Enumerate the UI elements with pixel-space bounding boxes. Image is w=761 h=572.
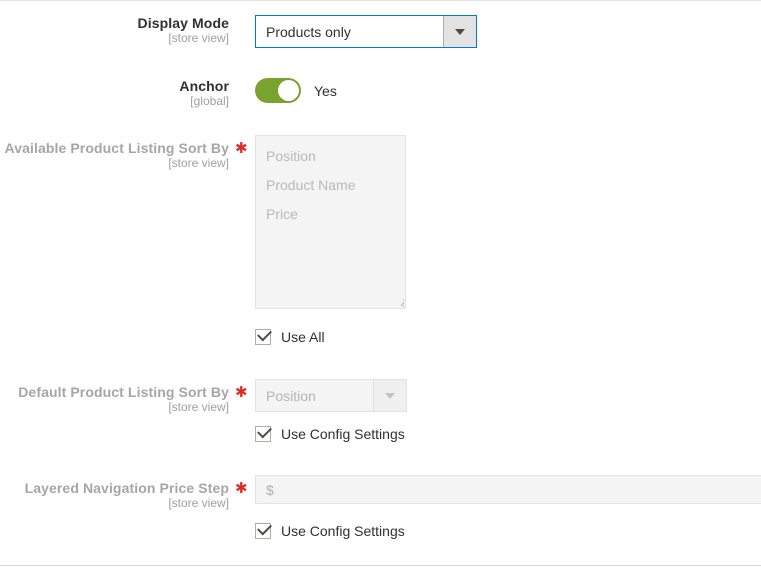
field-control-use-all: Use All xyxy=(255,326,325,345)
label-scope: [store view] xyxy=(168,496,229,511)
field-control-default-product-listing-sort-by: Position xyxy=(255,379,407,412)
check-icon xyxy=(257,326,272,342)
field-label-default-product-listing-sort-by: Default Product Listing Sort By [store v… xyxy=(0,384,229,415)
label-text: Available Product Listing Sort By xyxy=(4,140,229,156)
default-sort-by-select[interactable]: Position xyxy=(255,379,407,412)
price-step-input[interactable]: $ xyxy=(255,475,761,504)
list-item[interactable]: Position xyxy=(256,142,405,171)
field-label-available-product-listing-sort-by: Available Product Listing Sort By [store… xyxy=(0,140,229,171)
use-all-checkbox-row[interactable]: Use All xyxy=(255,326,325,345)
anchor-toggle-wrap: Yes xyxy=(255,78,337,103)
label-scope: [global] xyxy=(190,94,229,109)
required-asterisk: ✱ xyxy=(235,480,248,497)
available-sort-by-multiselect[interactable]: Position Product Name Price xyxy=(255,135,406,309)
resize-grip-icon[interactable] xyxy=(390,293,404,307)
label-text: Display Mode xyxy=(137,15,229,31)
required-asterisk: ✱ xyxy=(235,140,248,157)
list-item[interactable]: Price xyxy=(256,200,405,229)
label-scope: [store view] xyxy=(168,31,229,46)
label-scope: [store view] xyxy=(168,156,229,171)
field-control-layered-navigation-price-step: $ xyxy=(255,475,761,504)
anchor-toggle[interactable] xyxy=(255,78,301,103)
check-icon xyxy=(257,520,272,536)
field-label-display-mode: Display Mode [store view] xyxy=(0,15,229,46)
field-control-price-step-use-config: Use Config Settings xyxy=(255,520,405,539)
display-mode-select[interactable]: Products only xyxy=(255,15,477,48)
currency-prefix: $ xyxy=(266,481,274,498)
label-scope: [store view] xyxy=(168,400,229,415)
price-step-use-config-checkbox[interactable] xyxy=(255,520,272,539)
default-sort-use-config-label: Use Config Settings xyxy=(281,426,405,442)
price-step-use-config-label: Use Config Settings xyxy=(281,523,405,539)
use-all-checkbox[interactable] xyxy=(255,326,272,345)
chevron-down-icon[interactable] xyxy=(373,380,406,411)
field-label-anchor: Anchor [global] xyxy=(0,78,229,109)
anchor-toggle-label: Yes xyxy=(314,82,337,99)
field-label-layered-navigation-price-step: Layered Navigation Price Step [store vie… xyxy=(0,480,229,511)
list-item[interactable]: Product Name xyxy=(256,171,405,200)
field-control-available-product-listing-sort-by: Position Product Name Price xyxy=(255,135,406,309)
required-asterisk: ✱ xyxy=(235,384,248,401)
label-text: Default Product Listing Sort By xyxy=(18,384,229,400)
field-control-default-sort-use-config: Use Config Settings xyxy=(255,423,405,442)
price-step-use-config-checkbox-row[interactable]: Use Config Settings xyxy=(255,520,405,539)
chevron-down-icon[interactable] xyxy=(443,16,476,47)
default-sort-by-selected-value: Position xyxy=(266,387,316,404)
display-mode-selected-value: Products only xyxy=(266,23,351,40)
check-icon xyxy=(257,423,272,439)
chevron-down-glyph xyxy=(385,392,395,399)
panel-bottom-divider xyxy=(0,565,761,566)
category-search-engine-optimization-panel: Display Mode [store view] Products only … xyxy=(0,0,761,572)
chevron-down-glyph xyxy=(455,28,465,35)
default-sort-use-config-checkbox[interactable] xyxy=(255,423,272,442)
label-text: Layered Navigation Price Step xyxy=(24,480,229,496)
label-text: Anchor xyxy=(179,78,229,94)
default-sort-use-config-checkbox-row[interactable]: Use Config Settings xyxy=(255,423,405,442)
toggle-knob xyxy=(278,80,299,101)
field-control-anchor: Yes xyxy=(255,78,337,103)
use-all-checkbox-label: Use All xyxy=(281,329,325,345)
field-control-display-mode: Products only xyxy=(255,15,477,48)
